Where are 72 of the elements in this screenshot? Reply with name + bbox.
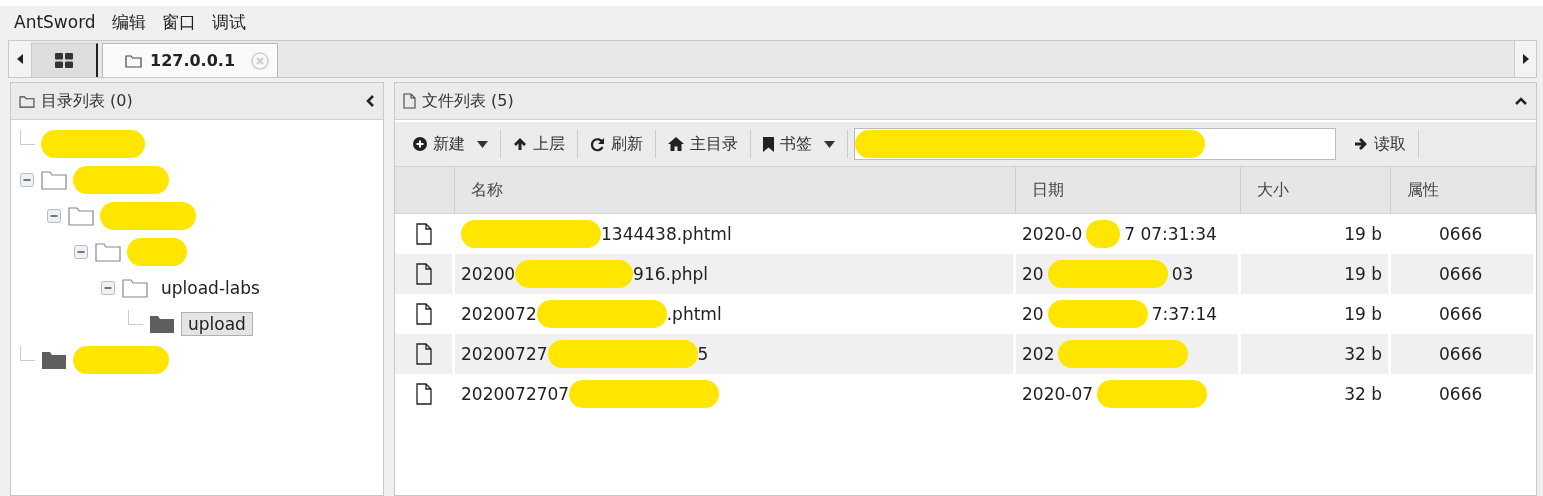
- refresh-icon: [590, 136, 605, 152]
- read-button[interactable]: 读取: [1342, 129, 1418, 159]
- file-name-fragment: 5: [697, 344, 709, 364]
- scroll-right-button[interactable]: [1514, 41, 1536, 77]
- right-arrow-icon: [1522, 54, 1529, 64]
- menu-item[interactable]: 窗口: [161, 10, 196, 34]
- toolbar-button[interactable]: 刷新: [578, 129, 655, 159]
- panel-title: 目录列表 (0): [41, 90, 133, 112]
- grid-icon: [55, 53, 73, 68]
- file-name-fragment: 916.phpl: [633, 264, 709, 284]
- file-icon: [403, 93, 416, 109]
- collapse-toggle-icon[interactable]: [101, 281, 115, 295]
- path-field[interactable]: [854, 128, 1336, 160]
- toolbar-button[interactable]: 新建: [401, 129, 500, 159]
- left-arrow-icon: [17, 54, 23, 64]
- file-name-fragment: 20200727: [461, 344, 548, 364]
- column-header[interactable]: 大小: [1241, 167, 1391, 213]
- toolbar-button[interactable]: 主目录: [656, 129, 750, 159]
- file-icon: [415, 223, 432, 245]
- panel-title: 文件列表 (5): [422, 90, 514, 112]
- bookmark-icon: [763, 136, 774, 152]
- file-name-fragment: 2020072707: [461, 384, 570, 404]
- menu-item[interactable]: AntSword: [14, 12, 96, 32]
- folder-icon: [68, 206, 94, 226]
- table-cell: 0666: [1391, 374, 1536, 414]
- collapse-toggle-icon[interactable]: [74, 245, 88, 259]
- column-header[interactable]: 日期: [1016, 167, 1241, 213]
- date-fragment: 2020-07: [1022, 384, 1094, 404]
- menu-item[interactable]: 调试: [211, 10, 246, 34]
- toolbar-button[interactable]: 上层: [501, 129, 577, 159]
- column-header[interactable]: 名称: [455, 167, 1016, 213]
- file-name-fragment: .phtml: [666, 304, 722, 324]
- scroll-left-button[interactable]: [9, 41, 31, 77]
- date-fragment: 7 07:31:34: [1124, 224, 1217, 244]
- folder-icon: [95, 242, 121, 262]
- caret-icon: [824, 140, 835, 148]
- date-fragment: 03: [1171, 264, 1194, 284]
- up-arrow-icon: [513, 137, 527, 151]
- file-icon: [415, 263, 432, 285]
- menu-item[interactable]: 编辑: [111, 10, 146, 34]
- collapse-toggle-icon[interactable]: [47, 209, 61, 223]
- right-arrow-icon: [1354, 137, 1368, 151]
- filled-folder-icon: [149, 314, 175, 334]
- tree-item[interactable]: upload-labs: [154, 276, 267, 300]
- caret-icon: [477, 140, 488, 148]
- home-icon: [668, 137, 684, 151]
- table-cell: 32 b: [1241, 374, 1391, 414]
- column-header[interactable]: 属性: [1391, 167, 1536, 213]
- date-fragment: 20: [1022, 264, 1044, 284]
- date-fragment: 202: [1022, 344, 1055, 364]
- collapse-toggle-icon[interactable]: [20, 173, 34, 187]
- file-name-fragment: 20200: [461, 264, 516, 284]
- dashboard-tab[interactable]: [31, 43, 98, 77]
- folder-icon: [19, 94, 35, 108]
- tab-label: 127.0.0.1: [150, 51, 236, 70]
- date-fragment: 2020-0: [1022, 224, 1083, 244]
- toolbar-button[interactable]: 书签: [751, 129, 847, 159]
- file-name-fragment: 1344438.phtml: [601, 224, 732, 244]
- date-fragment: 7:37:14: [1151, 304, 1218, 324]
- file-icon: [415, 343, 432, 365]
- folder-icon: [122, 278, 148, 298]
- tree-item[interactable]: upload: [181, 312, 253, 336]
- file-name-fragment: 2020072: [461, 304, 537, 324]
- collapse-icon[interactable]: [1514, 96, 1528, 106]
- host-tab[interactable]: 127.0.0.1: [102, 43, 279, 77]
- date-fragment: 20: [1022, 304, 1044, 324]
- file-icon: [415, 303, 432, 325]
- collapse-icon[interactable]: [365, 94, 375, 108]
- file-icon: [415, 383, 432, 405]
- plus-icon: [413, 137, 427, 151]
- folder-icon: [125, 53, 142, 68]
- folder-icon: [41, 170, 67, 190]
